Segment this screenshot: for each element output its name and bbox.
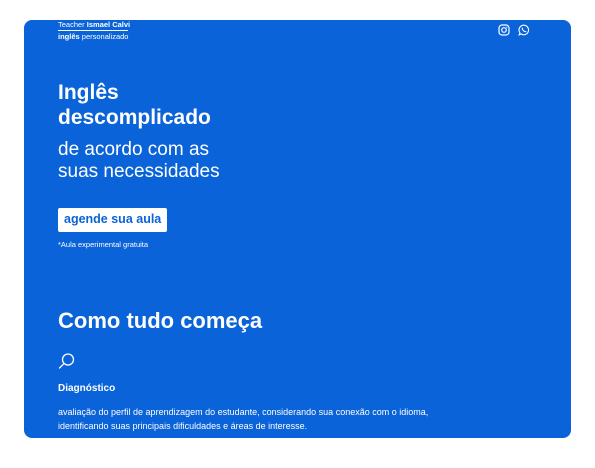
step-title: Diagnóstico bbox=[58, 383, 116, 394]
section-title: Como tudo começa bbox=[58, 308, 263, 333]
brand-logo[interactable]: Teacher Ismael Calvi inglês personalizad… bbox=[58, 20, 130, 41]
search-icon bbox=[58, 352, 76, 370]
brand-prefix: Teacher bbox=[58, 20, 85, 29]
hero-panel: Teacher Ismael Calvi inglês personalizad… bbox=[24, 20, 571, 438]
free-trial-note: *Aula experimental gratuita bbox=[58, 240, 149, 249]
hero-title: Inglês descomplicado bbox=[58, 80, 318, 130]
hero-title-line1: Inglês bbox=[58, 81, 119, 104]
hero-subtitle-line2: suas necessidades bbox=[58, 161, 220, 182]
hero-title-line2: descomplicado bbox=[58, 106, 211, 129]
hero-subtitle: de acordo com as suas necessidades bbox=[58, 139, 318, 183]
brand-tagline-line: inglês personalizado bbox=[58, 30, 129, 41]
hero-subtitle-line1: de acordo com as bbox=[58, 139, 210, 160]
schedule-class-button[interactable]: agende sua aula bbox=[58, 208, 168, 232]
social-links bbox=[498, 24, 530, 36]
step-description-line2: identificando suas principais dificuldad… bbox=[58, 421, 308, 431]
instagram-icon[interactable] bbox=[498, 24, 510, 36]
whatsapp-icon[interactable] bbox=[518, 24, 530, 36]
step-description-line1: avaliação do perfil de aprendizagem do e… bbox=[58, 407, 429, 417]
step-description: avaliação do perfil de aprendizagem do e… bbox=[58, 405, 558, 433]
brand-name-line: Teacher Ismael Calvi bbox=[58, 20, 130, 29]
brand-name: Ismael Calvi bbox=[86, 20, 131, 29]
brand-tagline-bold: inglês bbox=[58, 32, 80, 41]
brand-tagline: personalizado bbox=[81, 32, 129, 41]
